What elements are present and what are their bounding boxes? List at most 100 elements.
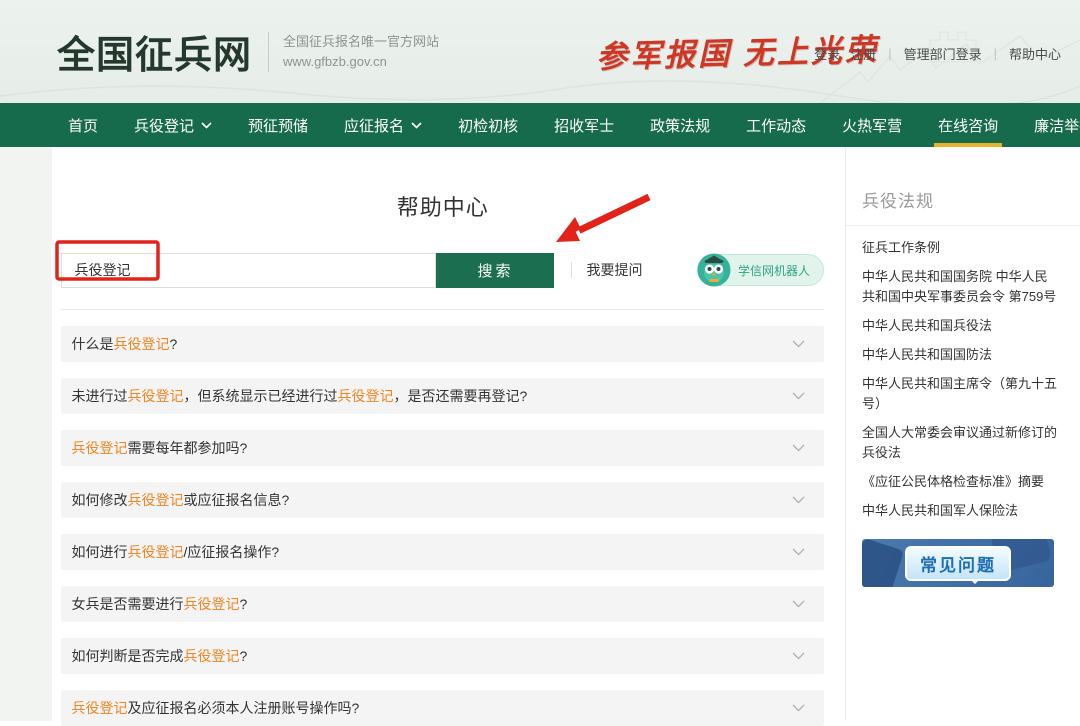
nav-item-label: 火热军营 (842, 115, 902, 136)
expand-chevron[interactable] (792, 392, 805, 400)
expand-chevron[interactable] (792, 652, 805, 660)
nav-item-work-news[interactable]: 工作动态 (728, 103, 824, 147)
chevron-down-icon (792, 340, 805, 348)
expand-chevron[interactable] (792, 704, 805, 712)
help-center-main: 帮助中心 搜索 我要提问 学信网机器人 (52, 147, 845, 721)
faq-item[interactable]: 女兵是否需要进行兵役登记? (61, 586, 824, 622)
nav-item-nco-recruitment[interactable]: 招收军士 (536, 103, 632, 147)
chevron-down-icon (792, 444, 805, 452)
links-separator: | (994, 46, 997, 61)
highlighted-keyword: 兵役登记 (71, 700, 127, 716)
sidebar-divider (846, 225, 1080, 226)
header-link[interactable]: 帮助中心 (1009, 44, 1061, 63)
owl-robot-icon (697, 253, 731, 287)
nav-item-label: 初检初核 (458, 115, 518, 136)
highlighted-keyword: 兵役登记 (71, 440, 127, 456)
sidebar-law-link[interactable]: 《应征公民体格检查标准》摘要 (862, 472, 1060, 492)
sidebar-law-link[interactable]: 全国人大常委会审议通过新修订的兵役法 (862, 423, 1060, 463)
nav-item-policies-regulations[interactable]: 政策法规 (632, 103, 728, 147)
common-questions-banner[interactable]: 常见问题 (862, 539, 1054, 587)
sidebar-law-link[interactable]: 征兵工作条例 (862, 238, 1060, 258)
sidebar-law-link[interactable]: 中华人民共和国兵役法 (862, 316, 1060, 336)
nav-item-online-consultation[interactable]: 在线咨询 (920, 103, 1016, 147)
header-link[interactable]: 管理部门登录 (904, 44, 982, 63)
chevron-down-icon (792, 548, 805, 556)
faq-list: 什么是兵役登记? 未进行过兵役登记，但系统显示已经进行过兵役登记，是否还需要再登记… (61, 326, 824, 726)
faq-item[interactable]: 如何修改兵役登记或应征报名信息? (61, 482, 824, 518)
nav-inner: 首页 兵役登记 预征预储 应征报名 初检初核 招收军士政策法规工作动态 火热军营 在线咨询廉洁… (0, 103, 1080, 147)
faq-question-text: 未进行过兵役登记，但系统显示已经进行过兵役登记，是否还需要再登记? (71, 386, 527, 406)
expand-chevron[interactable] (792, 340, 805, 348)
sidebar-regulations: 兵役法规 征兵工作条例中华人民共和国国务院 中华人民共和国中央军事委员会令 第7… (845, 147, 1080, 721)
site-logo[interactable]: 全国征兵网 (57, 24, 252, 79)
faq-item[interactable]: 兵役登记需要每年都参加吗? (61, 430, 824, 466)
highlighted-keyword: 兵役登记 (127, 492, 183, 508)
faq-question-text: 兵役登记需要每年都参加吗? (71, 438, 247, 458)
nav-item-pre-recruitment-reserve[interactable]: 预征预储 (230, 103, 326, 147)
banner-bubble-label: 常见问题 (905, 546, 1011, 581)
site-tagline: 全国征兵报名唯一官方网站 www.gfbzb.gov.cn (283, 32, 439, 72)
highlighted-keyword: 兵役登记 (127, 544, 183, 560)
header-link[interactable]: 注册 (850, 44, 876, 63)
faq-question-text: 什么是兵役登记? (71, 334, 177, 354)
search-button[interactable]: 搜索 (436, 253, 554, 288)
faq-item[interactable]: 如何判断是否完成兵役登记? (61, 638, 824, 674)
search-input[interactable] (61, 253, 436, 288)
nav-item-hot-military-camp[interactable]: 火热军营 (824, 103, 920, 147)
expand-chevron[interactable] (792, 496, 805, 504)
highlighted-keyword: 兵役登记 (183, 648, 239, 664)
highlighted-keyword: 兵役登记 (127, 388, 183, 404)
page-content: 帮助中心 搜索 我要提问 学信网机器人 (0, 147, 1080, 721)
chevron-down-icon (792, 600, 805, 608)
left-gutter (0, 147, 52, 721)
expand-chevron[interactable] (792, 548, 805, 556)
faq-question-text: 女兵是否需要进行兵役登记? (71, 594, 247, 614)
faq-question-text: 如何修改兵役登记或应征报名信息? (71, 490, 289, 510)
faq-item[interactable]: 未进行过兵役登记，但系统显示已经进行过兵役登记，是否还需要再登记? (61, 378, 824, 414)
page-title: 帮助中心 (61, 190, 824, 222)
ask-question-link[interactable]: 我要提问 (586, 260, 642, 280)
vertical-divider (571, 262, 572, 278)
faq-item[interactable]: 如何进行兵役登记/应征报名操作? (61, 534, 824, 570)
faq-question-text: 如何判断是否完成兵役登记? (71, 646, 247, 666)
chevron-down-icon (792, 704, 805, 712)
nav-item-integrity-report[interactable]: 廉洁举报 (1016, 103, 1080, 147)
nav-item-label: 兵役登记 (134, 115, 194, 136)
law-list: 征兵工作条例中华人民共和国国务院 中华人民共和国中央军事委员会令 第759号中华… (862, 238, 1060, 521)
nav-item-home[interactable]: 首页 (68, 103, 116, 147)
sidebar-law-link[interactable]: 中华人民共和国国防法 (862, 345, 1060, 365)
nav-item-military-service-registration[interactable]: 兵役登记 (116, 103, 230, 147)
site-header: 全国征兵网 全国征兵报名唯一官方网站 www.gfbzb.gov.cn 参军报国… (0, 0, 1080, 103)
expand-chevron[interactable] (792, 600, 805, 608)
faq-question-text: 兵役登记及应征报名必须本人注册账号操作吗? (71, 698, 359, 718)
nav-item-label: 应征报名 (344, 115, 404, 136)
nav-item-label: 工作动态 (746, 115, 806, 136)
links-separator: | (888, 46, 891, 61)
sidebar-law-link[interactable]: 中华人民共和国国务院 中华人民共和国中央军事委员会令 第759号 (862, 267, 1060, 307)
sidebar-law-link[interactable]: 中华人民共和国军人保险法 (862, 501, 1060, 521)
section-divider (61, 309, 824, 310)
header-links: 登录注册 | 管理部门登录 | 帮助中心 (809, 44, 1066, 63)
faq-item[interactable]: 什么是兵役登记? (61, 326, 824, 362)
nav-item-label: 在线咨询 (938, 115, 998, 136)
highlighted-keyword: 兵役登记 (337, 388, 393, 404)
search-bar: 搜索 我要提问 学信网机器人 (61, 252, 824, 288)
nav-item-label: 预征预储 (248, 115, 308, 136)
sidebar-title: 兵役法规 (862, 187, 1060, 212)
chevron-down-icon (792, 652, 805, 660)
chevron-down-icon (792, 496, 805, 504)
nav-item-label: 首页 (68, 115, 98, 136)
chatbot-entry[interactable]: 学信网机器人 (697, 254, 824, 286)
main-nav: 首页 兵役登记 预征预储 应征报名 初检初核 招收军士政策法规工作动态 火热军营 在线咨询廉洁… (0, 103, 1080, 147)
expand-chevron[interactable] (792, 444, 805, 452)
nav-item-label: 招收军士 (554, 115, 614, 136)
nav-item-initial-check-review[interactable]: 初检初核 (440, 103, 536, 147)
sidebar-law-link[interactable]: 中华人民共和国主席令（第九十五号） (862, 374, 1060, 414)
highlighted-keyword: 兵役登记 (113, 336, 169, 352)
header-link[interactable]: 登录 (814, 44, 840, 63)
logo-divider (268, 32, 269, 72)
chevron-down-icon (411, 122, 422, 129)
nav-item-enlistment-application[interactable]: 应征报名 (326, 103, 440, 147)
site-url: www.gfbzb.gov.cn (283, 52, 439, 72)
highlighted-keyword: 兵役登记 (183, 596, 239, 612)
